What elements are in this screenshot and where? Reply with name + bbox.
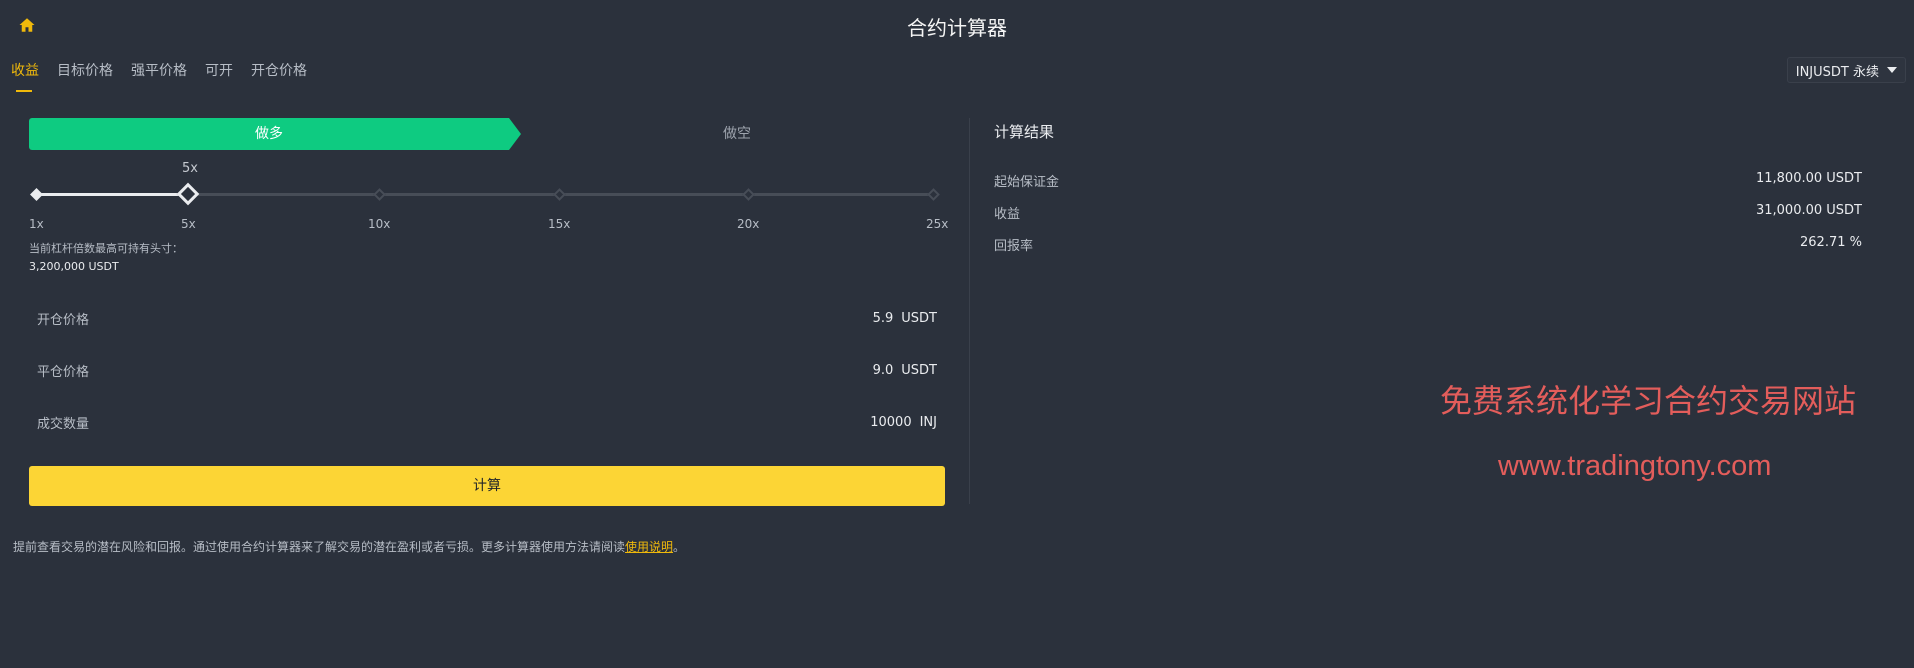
slider-tick-15x[interactable] <box>553 188 566 201</box>
calculate-button[interactable]: 计算 <box>29 466 945 506</box>
symbol-select[interactable]: INJUSDT 永续 <box>1786 57 1906 83</box>
tab-liquidation-price[interactable]: 强平价格 <box>131 60 187 94</box>
entry-price-field[interactable]: 开仓价格 5.9 USDT <box>29 296 945 340</box>
tick-label-20x: 20x <box>737 217 760 231</box>
quantity-label: 成交数量 <box>37 416 90 432</box>
tab-target-price[interactable]: 目标价格 <box>57 60 113 94</box>
slider-handle[interactable] <box>176 182 200 206</box>
tick-label-25x: 25x <box>926 217 949 231</box>
roe-label: 回报率 <box>994 239 1034 254</box>
mode-tabs: 收益 目标价格 强平价格 可开 开仓价格 <box>11 60 307 94</box>
entry-price-input[interactable]: 5.9 USDT <box>873 311 937 326</box>
tick-label-1x: 1x <box>29 217 44 231</box>
page-title: 合约计算器 <box>907 16 1007 40</box>
footer-note-tail: 。 <box>673 540 686 554</box>
slider-tick-10x[interactable] <box>373 188 386 201</box>
slider-tick-20x[interactable] <box>742 188 755 201</box>
footer-note-text: 提前查看交易的潜在风险和回报。通过使用合约计算器来了解交易的潜在盈利或者亏损。更… <box>13 540 626 554</box>
panel-divider <box>969 118 970 504</box>
quantity-value: 10000 <box>870 414 912 430</box>
footer-note: 提前查看交易的潜在风险和回报。通过使用合约计算器来了解交易的潜在盈利或者亏损。更… <box>13 538 685 555</box>
tab-max-open[interactable]: 可开 <box>205 60 233 94</box>
leverage-value: 5x <box>182 161 198 176</box>
result-row-pnl: 收益 31,000.00 USDT <box>994 203 1862 222</box>
quantity-input[interactable]: 10000 INJ <box>870 415 937 430</box>
roe-value: 262.71 % <box>1800 235 1862 250</box>
watermark-line-1: 免费系统化学习合约交易网站 <box>1440 382 1857 420</box>
exit-price-label: 平仓价格 <box>37 364 90 380</box>
results-title: 计算结果 <box>994 123 1055 141</box>
entry-price-value: 5.9 <box>872 310 894 326</box>
leverage-slider[interactable] <box>30 182 940 206</box>
tab-pnl[interactable]: 收益 <box>11 60 39 94</box>
watermark-line-2: www.tradingtony.com <box>1498 450 1772 482</box>
exit-price-field[interactable]: 平仓价格 9.0 USDT <box>29 348 945 392</box>
tick-label-15x: 15x <box>548 217 571 231</box>
short-button[interactable]: 做空 <box>529 118 945 150</box>
initial-margin-label: 起始保证金 <box>994 175 1060 190</box>
result-row-initial-margin: 起始保证金 11,800.00 USDT <box>994 171 1862 190</box>
quantity-field[interactable]: 成交数量 10000 INJ <box>29 400 945 444</box>
exit-price-input[interactable]: 9.0 USDT <box>873 363 937 378</box>
entry-price-unit: USDT <box>901 310 937 326</box>
long-button[interactable]: 做多 <box>29 118 509 150</box>
pnl-label: 收益 <box>994 207 1021 222</box>
pnl-value: 31,000.00 USDT <box>1755 203 1862 218</box>
tick-label-10x: 10x <box>368 217 391 231</box>
slider-track-fill <box>36 193 189 196</box>
side-switch: 做多 做空 <box>29 118 945 150</box>
quantity-unit: INJ <box>919 414 937 430</box>
exit-price-value: 9.0 <box>872 362 894 378</box>
tick-label-5x: 5x <box>181 217 196 231</box>
slider-tick-1x[interactable] <box>30 188 43 201</box>
max-position-value: 3,200,000 USDT <box>29 260 119 273</box>
exit-price-unit: USDT <box>901 362 937 378</box>
tab-entry-price[interactable]: 开仓价格 <box>251 60 307 94</box>
long-button-arrow <box>509 118 521 150</box>
max-position-label: 当前杠杆倍数最高可持有头寸： <box>29 242 183 255</box>
result-row-roe: 回报率 262.71 % <box>994 235 1862 254</box>
symbol-label: INJUSDT 永续 <box>1795 64 1879 80</box>
initial-margin-value: 11,800.00 USDT <box>1755 171 1862 186</box>
entry-price-label: 开仓价格 <box>37 312 90 328</box>
help-link[interactable]: 使用说明 <box>625 540 673 554</box>
caret-down-icon <box>1887 67 1897 73</box>
slider-tick-25x[interactable] <box>927 188 940 201</box>
